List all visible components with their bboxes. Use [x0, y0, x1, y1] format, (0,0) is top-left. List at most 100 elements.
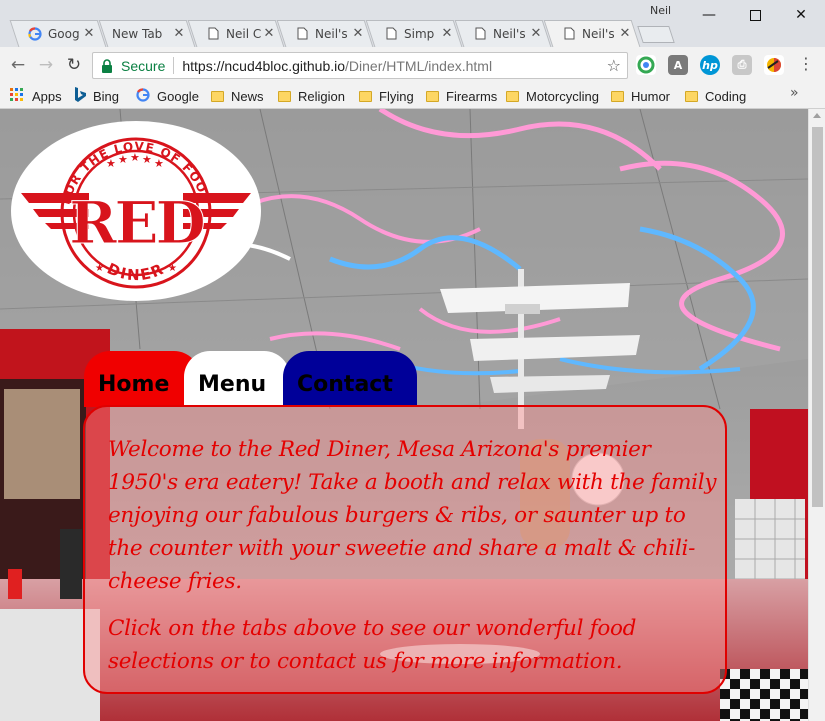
folder-icon [359, 90, 372, 102]
bookmark-label: Apps [32, 88, 62, 104]
chevron-right-icon[interactable]: » [790, 85, 799, 101]
new-tab-button[interactable] [637, 26, 675, 43]
bookmark-motorcycling[interactable]: Motorcycling [506, 87, 599, 105]
bookmarks-bar: Apps Bing Google News Religion Flying Fi… [0, 83, 825, 109]
tab-menu[interactable]: Menu [184, 351, 290, 407]
bookmark-firearms[interactable]: Firearms [426, 87, 497, 105]
svg-text:★: ★ [106, 157, 116, 170]
welcome-text: Welcome to the Red Diner, Mesa Arizona's… [108, 437, 717, 594]
profile-name[interactable]: Neil [650, 4, 671, 17]
browser-tab-strip: Goog ✕ New Tab ✕ Neil C ✕ Neil's ✕ Simp … [0, 0, 825, 47]
tab-simp[interactable]: Simp ✕ [378, 20, 458, 47]
back-arrow-icon[interactable]: ← [6, 53, 30, 77]
palette-extension-icon[interactable] [764, 55, 784, 75]
folder-icon [611, 90, 624, 102]
bookmark-religion[interactable]: Religion [278, 87, 345, 105]
bookmark-star-icon[interactable]: ☆ [607, 56, 621, 75]
bookmark-bing[interactable]: Bing [74, 87, 119, 105]
secure-label: Secure [121, 57, 166, 74]
tab-neil-2[interactable]: Neil's ✕ [289, 20, 369, 47]
pdf-extension-icon[interactable]: ⎙ [732, 55, 752, 75]
page-icon [384, 27, 398, 41]
window-close-icon[interactable]: ✕ [778, 4, 824, 26]
close-icon[interactable]: ✕ [172, 26, 186, 41]
forward-arrow-icon[interactable]: → [34, 53, 58, 77]
bookmark-coding[interactable]: Coding [685, 87, 746, 105]
close-icon[interactable]: ✕ [82, 26, 96, 41]
tab-home-label: Home [98, 372, 170, 397]
bookmark-label: Google [157, 88, 199, 104]
more-menu-icon[interactable]: ⋮ [798, 55, 814, 75]
minimize-icon[interactable]: — [686, 4, 732, 26]
tab-title: Simp [404, 26, 435, 41]
bookmark-label: Motorcycling [526, 88, 599, 104]
angular-extension-icon[interactable]: A [668, 55, 688, 75]
red-diner-logo[interactable]: FOR THE LOVE OF FOOD ★★★★★ RED DINER ★ ★ [11, 121, 261, 301]
page-icon [562, 27, 576, 41]
close-icon[interactable]: ✕ [351, 26, 365, 41]
close-icon[interactable]: ✕ [618, 26, 632, 41]
tab-google[interactable]: Goog ✕ [22, 20, 100, 47]
tab-title: Goog [48, 26, 80, 41]
hp-extension-icon[interactable]: hp [700, 55, 720, 75]
svg-text:★: ★ [168, 263, 177, 274]
svg-text:★: ★ [95, 263, 104, 274]
bookmark-label: Religion [298, 88, 345, 104]
bookmark-label: Flying [379, 88, 414, 104]
folder-icon [426, 90, 439, 102]
tab-home[interactable]: Home [84, 351, 200, 407]
tab-title: Neil's [582, 26, 615, 41]
tab-new-tab[interactable]: New Tab ✕ [106, 20, 190, 47]
scrollbar-thumb[interactable] [812, 127, 823, 507]
reload-icon[interactable]: ↻ [62, 53, 86, 77]
bookmark-label: Firearms [446, 88, 498, 104]
folder-icon [506, 90, 519, 102]
page-icon [295, 27, 309, 41]
bookmark-news[interactable]: News [211, 87, 264, 105]
tab-neil-active[interactable]: Neil's ✕ [556, 20, 636, 47]
url-path: /Diner/HTML/index.html [345, 57, 493, 74]
tab-contact[interactable]: Contact [283, 351, 417, 407]
tab-contact-label: Contact [297, 372, 393, 397]
maximize-icon[interactable] [732, 4, 778, 26]
bookmark-humor[interactable]: Humor [611, 87, 670, 105]
logo-bottom-word: DINER [104, 259, 165, 284]
tab-title: New Tab [112, 26, 163, 41]
svg-text:★: ★ [154, 157, 164, 170]
scroll-up-arrow-icon[interactable] [813, 113, 821, 118]
bookmark-apps[interactable]: Apps [10, 87, 62, 105]
address-bar[interactable]: Secure https://ncud4bloc.github.io/Diner… [92, 52, 628, 79]
vertical-scrollbar[interactable] [808, 109, 825, 721]
browser-toolbar: ← → ↻ Secure https://ncud4bloc.github.io… [0, 47, 825, 83]
apps-grid-icon [10, 87, 24, 105]
lock-icon [101, 58, 115, 73]
color-picker-extension-icon[interactable] [636, 55, 656, 75]
close-icon[interactable]: ✕ [440, 26, 454, 41]
instructions-text: Click on the tabs above to see our wonde… [108, 616, 637, 674]
folder-icon [278, 90, 291, 102]
tab-menu-label: Menu [198, 372, 267, 397]
google-icon [28, 26, 42, 41]
bing-icon [74, 87, 86, 105]
tab-title: Neil C [226, 26, 262, 41]
svg-text:★: ★ [118, 153, 128, 166]
svg-text:DINER: DINER [104, 259, 167, 284]
bookmark-label: Coding [705, 88, 747, 104]
page-icon [206, 27, 220, 41]
folder-icon [685, 90, 698, 102]
svg-text:★: ★ [142, 153, 152, 166]
tab-title: Neil's [315, 26, 348, 41]
close-icon[interactable]: ✕ [262, 26, 276, 41]
svg-text:★: ★ [130, 151, 140, 164]
divider [173, 57, 175, 74]
tab-neil-1[interactable]: Neil C ✕ [200, 20, 280, 47]
close-icon[interactable]: ✕ [529, 26, 543, 41]
page-viewport: FOR THE LOVE OF FOOD ★★★★★ RED DINER ★ ★… [0, 109, 808, 721]
bookmark-label: Bing [93, 88, 120, 104]
bookmark-label: Humor [631, 88, 671, 104]
red-diner-emblem-icon: FOR THE LOVE OF FOOD ★★★★★ RED DINER ★ ★ [21, 137, 251, 289]
bookmark-flying[interactable]: Flying [359, 87, 414, 105]
tab-title: Neil's [493, 26, 526, 41]
tab-neil-3[interactable]: Neil's ✕ [467, 20, 547, 47]
bookmark-google[interactable]: Google [136, 87, 199, 105]
